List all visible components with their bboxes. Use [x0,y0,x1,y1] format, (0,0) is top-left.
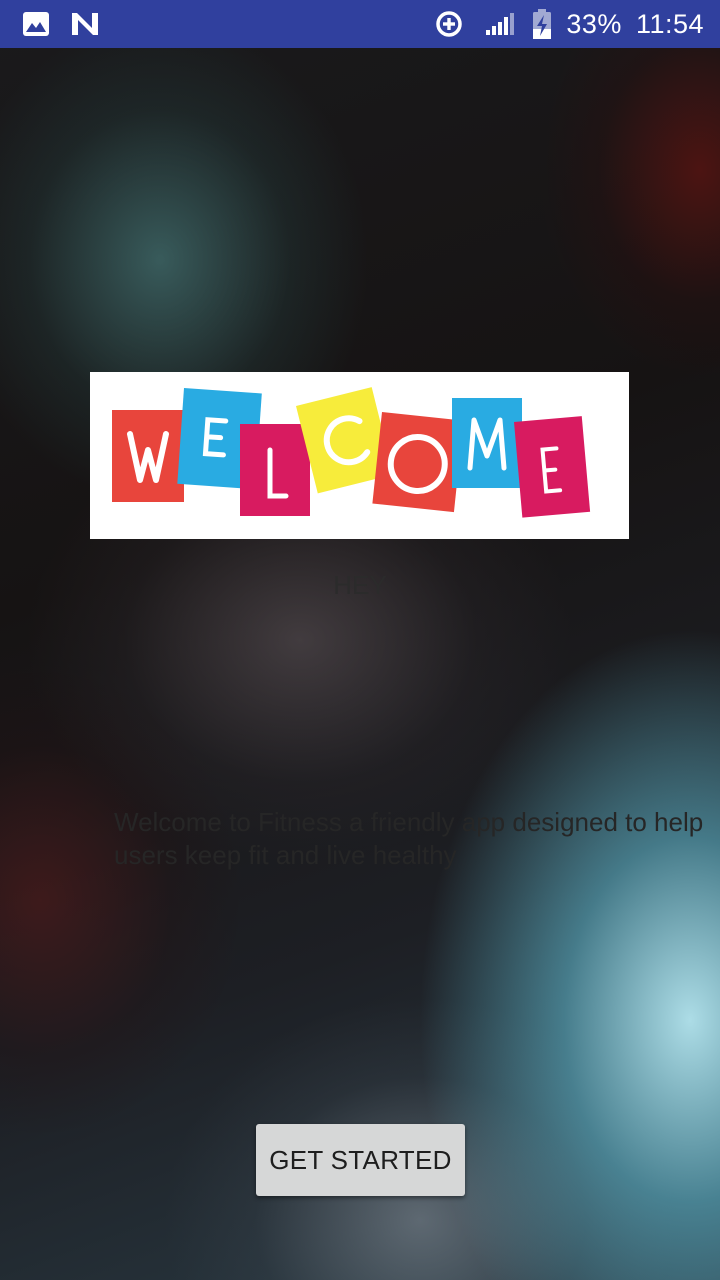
banner-tile-e2 [514,416,591,518]
welcome-banner-image [90,372,629,539]
battery-percentage: 33% [566,8,622,39]
clock: 11:54 [635,8,704,39]
signal-icon [484,11,518,37]
greeting-text: HEY [333,570,387,600]
n-notification-icon [70,11,100,37]
blurred-background [0,0,720,1280]
banner-tile-w [112,410,184,502]
image-notification-icon [22,11,50,37]
data-saver-icon [434,9,464,39]
get-started-button[interactable]: GET STARTED [256,1124,465,1196]
status-bar: 33% 11:54 [0,0,720,48]
banner-tile-o [372,412,464,513]
banner-tile-m [452,398,522,488]
app-description: Welcome to Fitness a friendly app design… [114,807,704,870]
banner-tile-l [240,424,310,516]
battery-charging-icon [532,8,552,40]
